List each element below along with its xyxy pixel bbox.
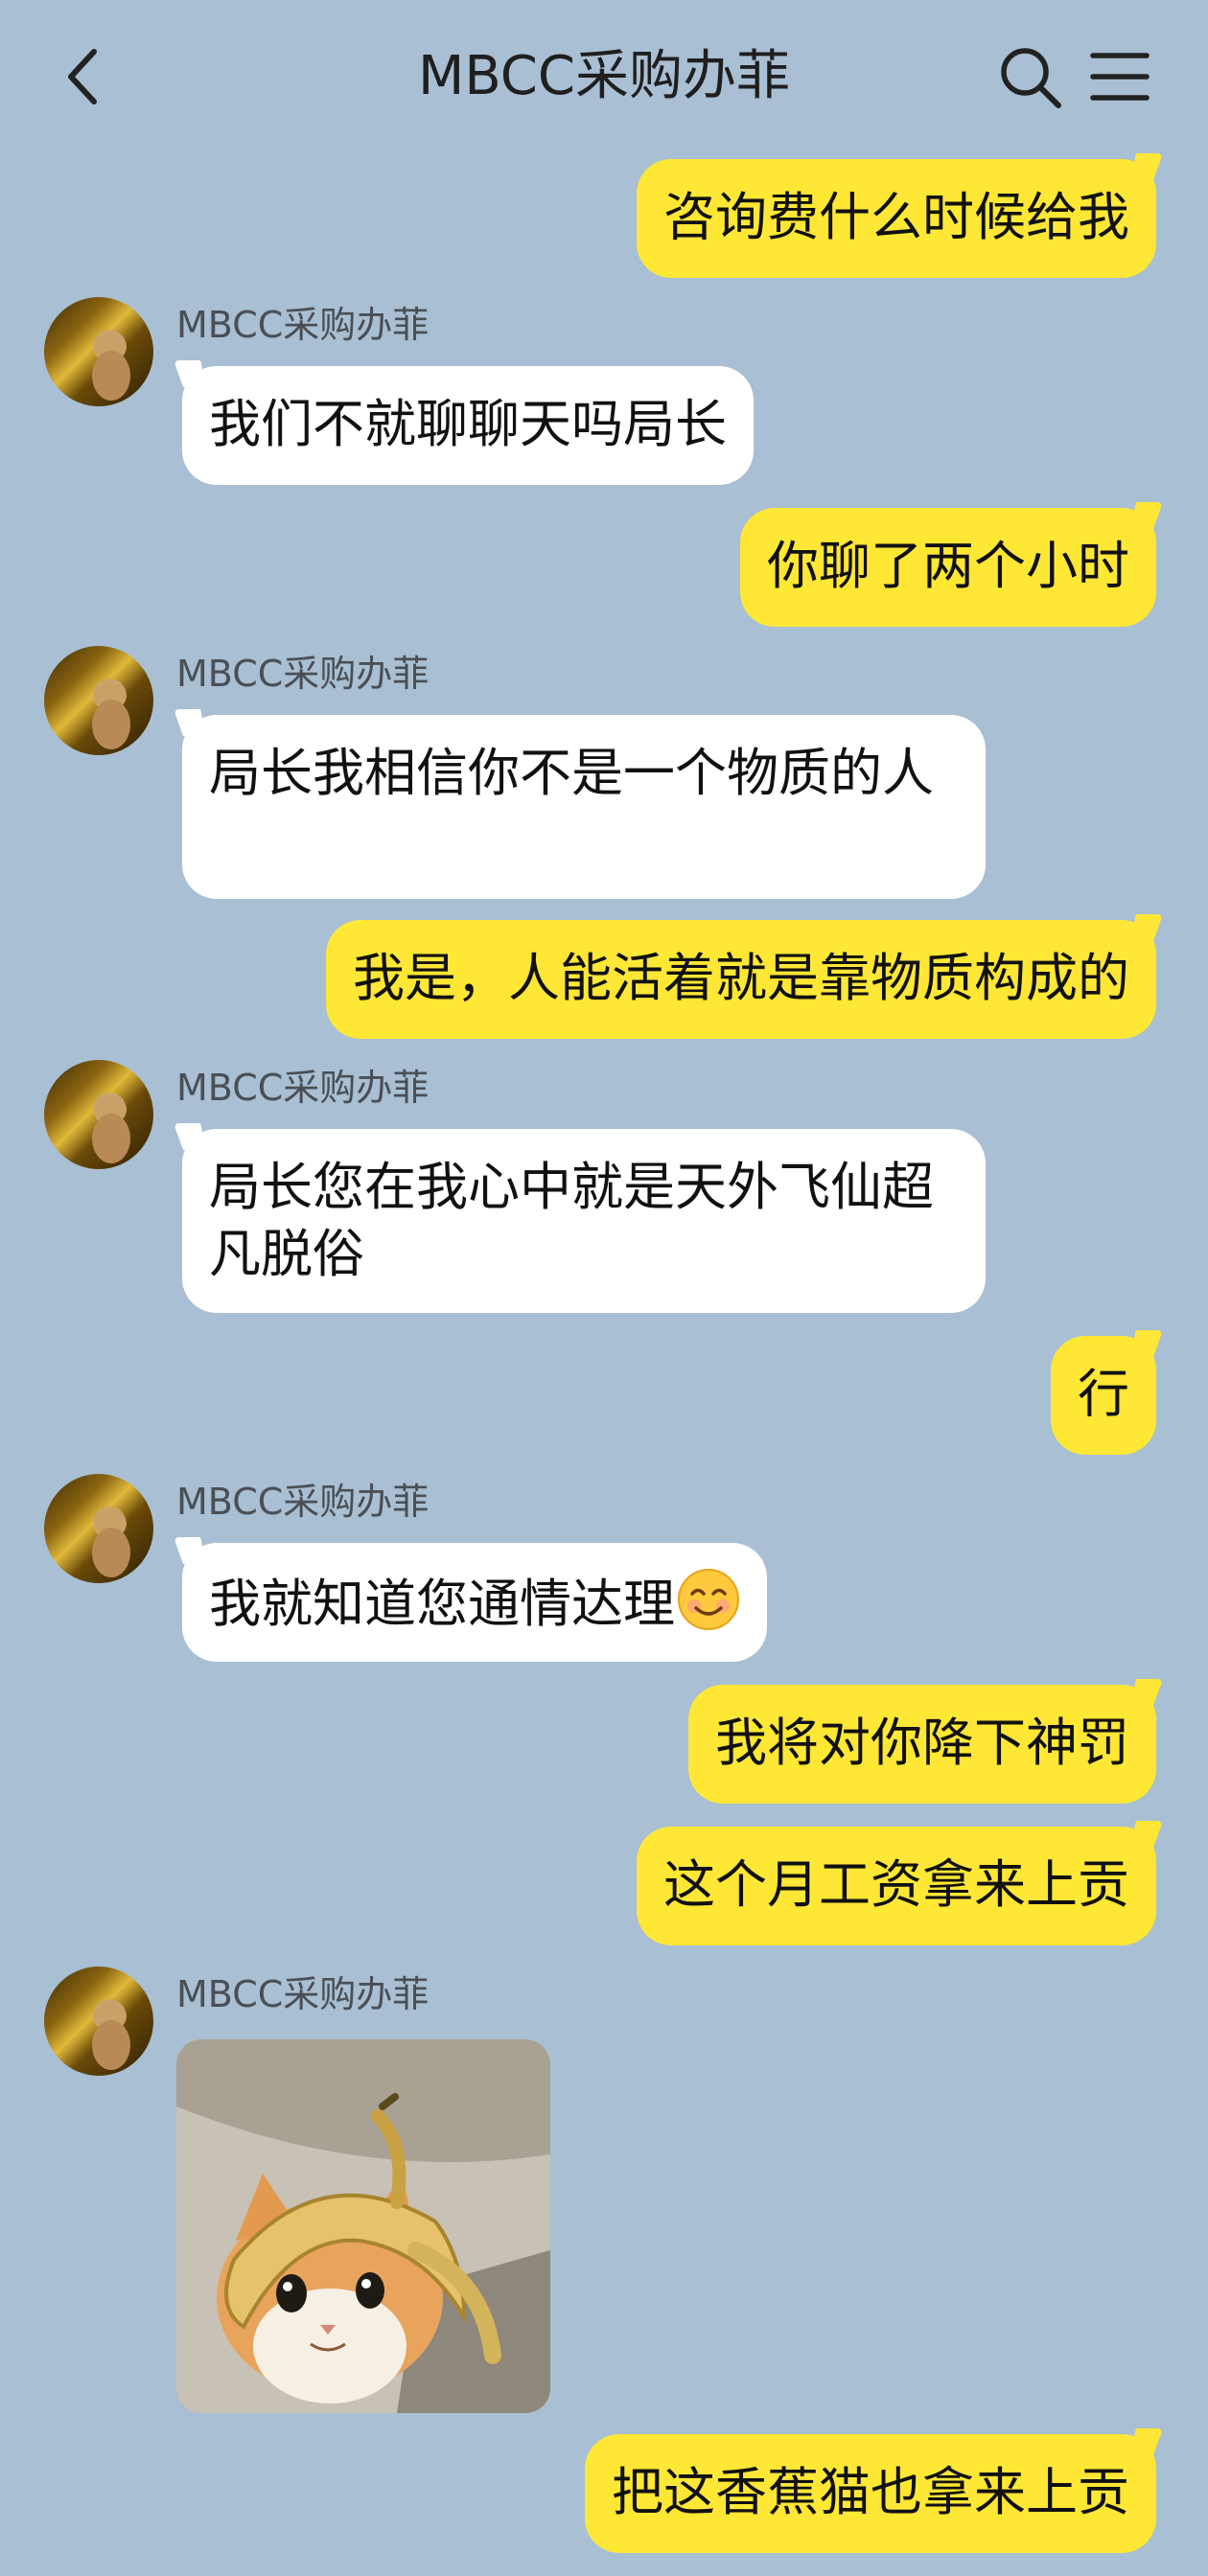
cat-with-banana-peel-photo[interactable]	[176, 2039, 550, 2413]
incoming-message[interactable]: 我们不就聊聊天吗局长	[182, 366, 754, 485]
sender-name: MBCC采购办菲	[176, 653, 430, 695]
avatar[interactable]	[44, 1966, 153, 2076]
message-text: 局长您在我心中就是天外飞仙超凡脱俗	[209, 1157, 934, 1284]
sender-name: MBCC采购办菲	[176, 1481, 430, 1523]
outgoing-message[interactable]: 咨询费什么时候给我	[637, 159, 1156, 278]
avatar[interactable]	[44, 297, 153, 406]
chevron-left-icon[interactable]	[56, 42, 113, 111]
incoming-message[interactable]: 局长我相信你不是一个物质的人	[182, 715, 986, 899]
outgoing-message[interactable]: 我将对你降下神罚	[688, 1685, 1156, 1804]
sender-name: MBCC采购办菲	[176, 1973, 430, 2015]
incoming-message[interactable]: 我就知道您通情达理	[182, 1543, 767, 1662]
message-text: 局长我相信你不是一个物质的人	[209, 743, 934, 803]
chat-title: MBCC采购办菲	[418, 45, 790, 107]
incoming-message[interactable]: 局长您在我心中就是天外飞仙超凡脱俗	[182, 1129, 986, 1313]
outgoing-message[interactable]: 把这香蕉猫也拿来上贡	[585, 2434, 1156, 2553]
message-text: 行	[1078, 1364, 1129, 1424]
avatar[interactable]	[44, 1060, 153, 1169]
message-text: 我是，人能活着就是靠物质构成的	[353, 948, 1129, 1008]
sender-name: MBCC采购办菲	[176, 1067, 430, 1109]
message-text: 这个月工资拿来上贡	[663, 1854, 1129, 1915]
outgoing-message[interactable]: 你聊了两个小时	[740, 508, 1156, 627]
search-icon[interactable]	[997, 44, 1064, 111]
sender-name: MBCC采购办菲	[176, 304, 430, 346]
message-text: 我们不就聊聊天吗局长	[209, 394, 727, 454]
message-text: 你聊了两个小时	[767, 536, 1129, 596]
top-bar: MBCC采购办菲	[0, 0, 1208, 153]
outgoing-message[interactable]: 这个月工资拿来上贡	[637, 1827, 1156, 1945]
outgoing-message[interactable]: 我是，人能活着就是靠物质构成的	[326, 920, 1156, 1039]
message-text: 把这香蕉猫也拿来上贡	[612, 2462, 1129, 2522]
message-text: 我将对你降下神罚	[715, 1713, 1129, 1773]
avatar[interactable]	[44, 1474, 153, 1583]
message-text: 我就知道您通情达理	[209, 1574, 675, 1635]
outgoing-message[interactable]: 行	[1051, 1336, 1156, 1455]
avatar[interactable]	[44, 646, 153, 755]
menu-icon[interactable]	[1089, 48, 1150, 105]
chat-screen: MBCC采购办菲 咨询费什么时候给我 MBCC采购办菲 我们不就聊聊天吗局长 你…	[0, 0, 1208, 2576]
smiling-face-emoji-icon	[677, 1568, 740, 1647]
message-text: 咨询费什么时候给我	[663, 187, 1129, 247]
